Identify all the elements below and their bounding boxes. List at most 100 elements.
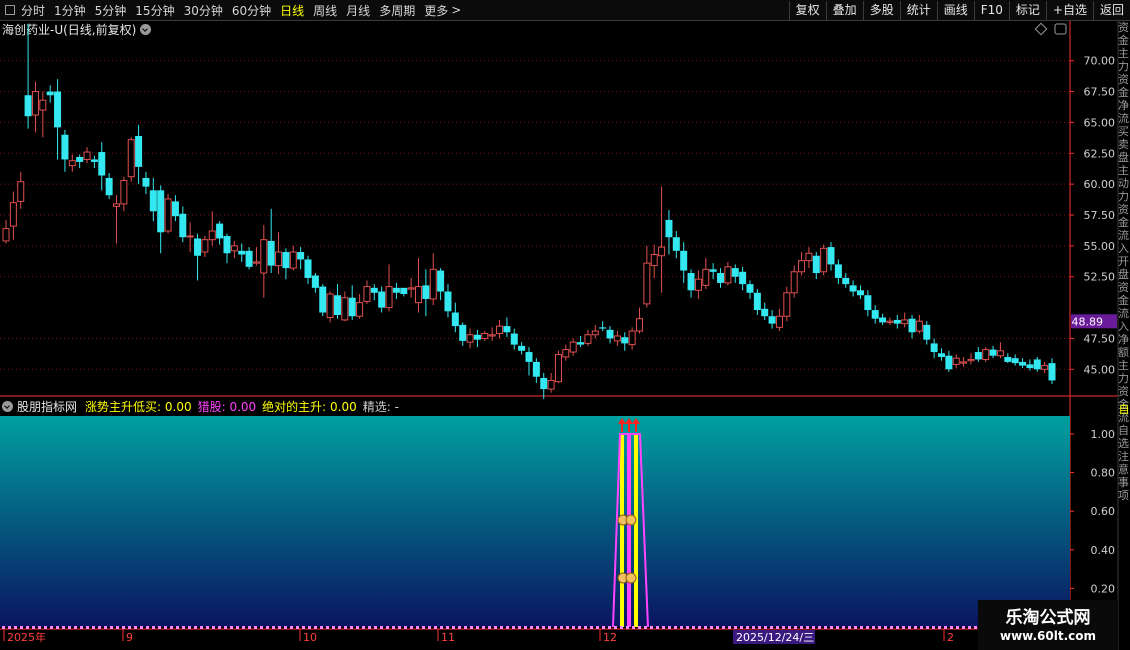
baseline-dot [506, 626, 509, 629]
candle-body-116 [856, 290, 864, 296]
baseline-dot [860, 626, 863, 629]
candle-22 [164, 194, 172, 234]
candle-112 [827, 242, 835, 271]
candle-105 [775, 308, 783, 332]
candle-body-36 [267, 240, 275, 266]
candle-body-34 [252, 261, 260, 264]
baseline-dot [206, 626, 209, 629]
watermark-title: 乐淘公式网 [1005, 608, 1091, 628]
candle-body-68 [503, 326, 511, 333]
candle-88 [650, 244, 658, 278]
candle-55 [407, 277, 415, 298]
x-axis-label-4: 12 [603, 631, 617, 644]
candle-body-35 [260, 239, 268, 274]
candle-body-41 [304, 259, 312, 278]
candle-body-132 [974, 352, 982, 360]
baseline-dot [794, 626, 797, 629]
baseline-dot [2, 626, 5, 629]
baseline-dot [326, 626, 329, 629]
candle-110 [812, 252, 820, 280]
candle-body-57 [422, 285, 430, 299]
baseline-dot [320, 626, 323, 629]
candle-111 [820, 244, 828, 276]
candle-70 [518, 342, 526, 355]
baseline-dot [956, 626, 959, 629]
baseline-dot [722, 626, 725, 629]
baseline-dot [554, 626, 557, 629]
candle-28 [208, 211, 216, 246]
candle-40 [297, 247, 305, 270]
candle-body-79 [584, 334, 592, 344]
candle-body-128 [945, 355, 953, 370]
baseline-dot [608, 626, 611, 629]
price-tick-label-3: 62.50 [1084, 147, 1116, 160]
candle-body-24 [179, 213, 187, 238]
candle-15 [112, 195, 120, 244]
baseline-dot [764, 626, 767, 629]
baseline-dot [212, 626, 215, 629]
baseline-dot [386, 626, 389, 629]
candle-36 [267, 208, 275, 274]
baseline-dot [296, 626, 299, 629]
candle-body-141 [1041, 365, 1049, 370]
baseline-dot [128, 626, 131, 629]
candle-body-30 [223, 235, 231, 254]
baseline-dot [368, 626, 371, 629]
candle-47 [348, 285, 356, 320]
candle-126 [930, 338, 938, 359]
candle-13 [98, 142, 106, 191]
candle-117 [864, 290, 872, 317]
candle-12 [90, 155, 98, 169]
baseline-dot [452, 626, 455, 629]
candle-body-44 [326, 293, 334, 318]
candle-122 [901, 312, 909, 328]
candle-109 [805, 247, 813, 269]
candle-61 [451, 302, 459, 333]
baseline-dot [470, 626, 473, 629]
baseline-dot [632, 626, 635, 629]
baseline-dot [614, 626, 617, 629]
candle-116 [856, 285, 864, 299]
candle-41 [304, 255, 312, 285]
candle-body-124 [915, 320, 923, 332]
baseline-dot [68, 626, 71, 629]
baseline-dot [338, 626, 341, 629]
candle-72 [532, 358, 540, 383]
candle-97 [717, 268, 725, 288]
candle-2 [17, 171, 25, 209]
candle-body-115 [849, 285, 857, 292]
candle-8 [61, 129, 69, 172]
candle-body-48 [356, 302, 364, 317]
baseline-dot [266, 626, 269, 629]
baseline-dot [188, 626, 191, 629]
candle-11 [83, 147, 91, 164]
baseline-dot [680, 626, 683, 629]
watermark-url: www.60lt.com [999, 629, 1097, 643]
baseline-dot [422, 626, 425, 629]
baseline-dot [878, 626, 881, 629]
candle-59 [437, 268, 445, 301]
baseline-dot [638, 626, 641, 629]
baseline-dot [746, 626, 749, 629]
baseline-dot [668, 626, 671, 629]
candle-83 [613, 331, 621, 346]
baseline-dot [842, 626, 845, 629]
candle-body-84 [621, 337, 629, 344]
baseline-dot [524, 626, 527, 629]
baseline-dot [278, 626, 281, 629]
candle-102 [753, 289, 761, 315]
baseline-dot [356, 626, 359, 629]
baseline-dot [14, 626, 17, 629]
baseline-dot [260, 626, 263, 629]
candle-body-3 [24, 95, 32, 117]
candle-body-19 [142, 177, 150, 187]
candle-132 [974, 347, 982, 362]
candle-body-103 [761, 308, 769, 317]
candle-body-51 [378, 291, 386, 308]
kline-chart[interactable]: 70.00 67.50 65.00 62.50 60.00 57.50 55.00 52.50… [0, 0, 1130, 650]
candle-body-29 [216, 223, 224, 239]
candle-body-74 [547, 379, 555, 390]
candle-81 [599, 321, 607, 332]
candle-body-7 [54, 91, 62, 128]
candle-body-118 [871, 310, 879, 319]
